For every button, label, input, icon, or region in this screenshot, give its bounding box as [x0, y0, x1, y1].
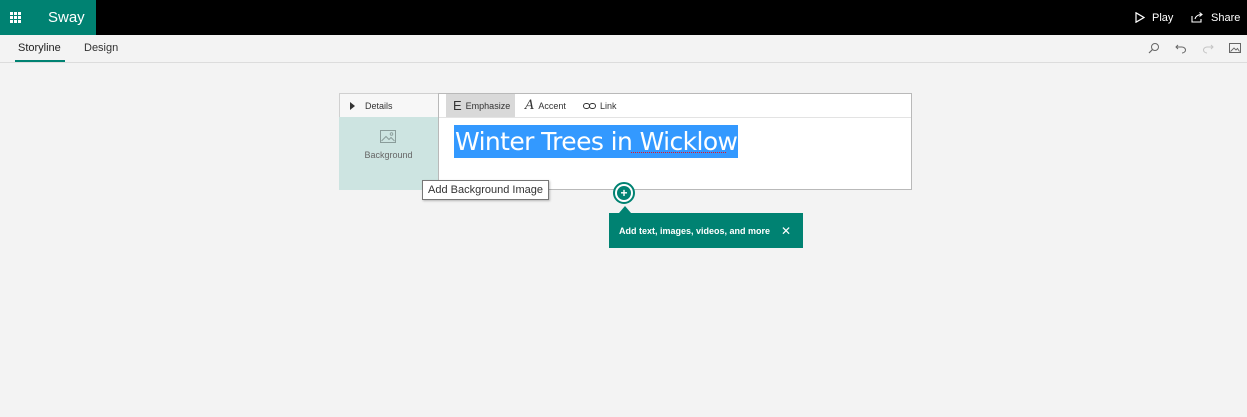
plus-icon: +: [617, 186, 631, 200]
accent-label: Accent: [538, 100, 566, 111]
active-tab-indicator: [15, 60, 65, 62]
teaching-bubble: Add text, images, videos, and more ✕: [609, 213, 803, 248]
search-icon[interactable]: [1148, 42, 1160, 54]
title-card: E Emphasize A Accent Link Winter Trees i…: [438, 93, 912, 190]
share-button[interactable]: Share: [1191, 0, 1240, 35]
play-label: Play: [1152, 11, 1174, 24]
emphasize-icon: E: [453, 98, 462, 113]
app-name[interactable]: Sway: [48, 9, 85, 26]
text-format-toolbar: E Emphasize A Accent Link: [439, 94, 911, 118]
tab-design[interactable]: Design: [84, 42, 118, 54]
background-label: Background: [364, 150, 413, 160]
link-label: Link: [600, 100, 617, 111]
teaching-text: Add text, images, videos, and more: [619, 225, 771, 236]
expand-arrow-icon: [350, 101, 355, 110]
share-label: Share: [1211, 11, 1241, 24]
background-tooltip: Add Background Image: [422, 180, 549, 200]
redo-icon[interactable]: [1202, 42, 1214, 54]
close-icon[interactable]: ✕: [781, 224, 791, 238]
add-content-button[interactable]: +: [613, 182, 635, 204]
details-toggle[interactable]: Details: [339, 93, 438, 117]
waffle-icon[interactable]: [10, 12, 21, 23]
emphasize-button[interactable]: E Emphasize: [446, 94, 515, 117]
title-text[interactable]: Winter Trees in Wicklow: [454, 125, 739, 158]
tab-storyline[interactable]: Storyline: [18, 42, 61, 54]
link-icon: [583, 102, 596, 109]
picture-icon: [380, 130, 396, 143]
accent-icon: A: [525, 98, 535, 113]
accent-button[interactable]: A Accent: [525, 94, 566, 117]
emphasize-label: Emphasize: [465, 100, 511, 111]
link-button[interactable]: Link: [583, 94, 617, 117]
share-icon: [1191, 12, 1203, 23]
details-label: Details: [365, 100, 393, 111]
tab-bar: Storyline Design: [0, 35, 1247, 63]
spellcheck-underline: [631, 150, 726, 153]
play-button[interactable]: Play: [1135, 0, 1173, 35]
image-icon[interactable]: [1229, 42, 1241, 54]
top-bar: Sway Play Share: [0, 0, 1247, 35]
undo-icon[interactable]: [1175, 42, 1187, 54]
play-icon: [1135, 12, 1145, 23]
teaching-bubble-pointer: [619, 206, 631, 213]
brand-area: Sway: [0, 0, 96, 35]
